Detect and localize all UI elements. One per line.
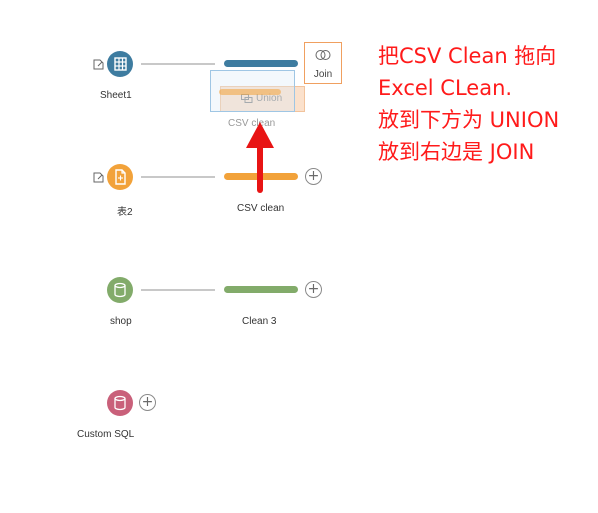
- add-step-button[interactable]: +: [305, 281, 322, 298]
- database-icon: [114, 395, 126, 411]
- join-icon: [315, 50, 331, 60]
- shop-node[interactable]: [107, 277, 133, 303]
- file-icon: [115, 169, 126, 185]
- connector-line: [141, 176, 215, 178]
- drag-ghost-bar: [219, 89, 281, 95]
- drag-ghost: [210, 70, 295, 112]
- annotation-line-1: 把CSV Clean 拖向: [378, 44, 557, 68]
- add-step-button[interactable]: +: [305, 168, 322, 185]
- custom-sql-label: Custom SQL: [77, 429, 135, 440]
- connector-line: [141, 63, 215, 65]
- connector-line: [141, 289, 215, 291]
- clean3-label: Clean 3: [242, 316, 277, 327]
- table2-label: 表2: [117, 207, 133, 218]
- table-icon: [114, 57, 127, 71]
- annotation-line-2: Excel CLean.: [378, 76, 513, 100]
- sheet1-label: Sheet1: [100, 90, 132, 101]
- sheet1-node[interactable]: [107, 51, 133, 77]
- table2-node[interactable]: [107, 164, 133, 190]
- csv-clean-step-1[interactable]: [224, 60, 298, 67]
- input-file-icon: [93, 59, 104, 70]
- database-icon: [114, 282, 126, 298]
- annotation-line-3: 放到下方为 UNION: [378, 108, 560, 132]
- custom-sql-node[interactable]: [107, 390, 133, 416]
- clean3-step[interactable]: [224, 286, 298, 293]
- join-drop-target[interactable]: Join: [304, 42, 342, 84]
- csv-clean-label: CSV clean: [237, 203, 285, 214]
- annotation-line-4: 放到右边是 JOIN: [378, 140, 535, 164]
- add-step-button[interactable]: +: [139, 394, 156, 411]
- input-file-icon: [93, 172, 104, 183]
- arrow-icon: [246, 122, 274, 193]
- shop-label: shop: [110, 316, 132, 327]
- join-label: Join: [313, 69, 333, 80]
